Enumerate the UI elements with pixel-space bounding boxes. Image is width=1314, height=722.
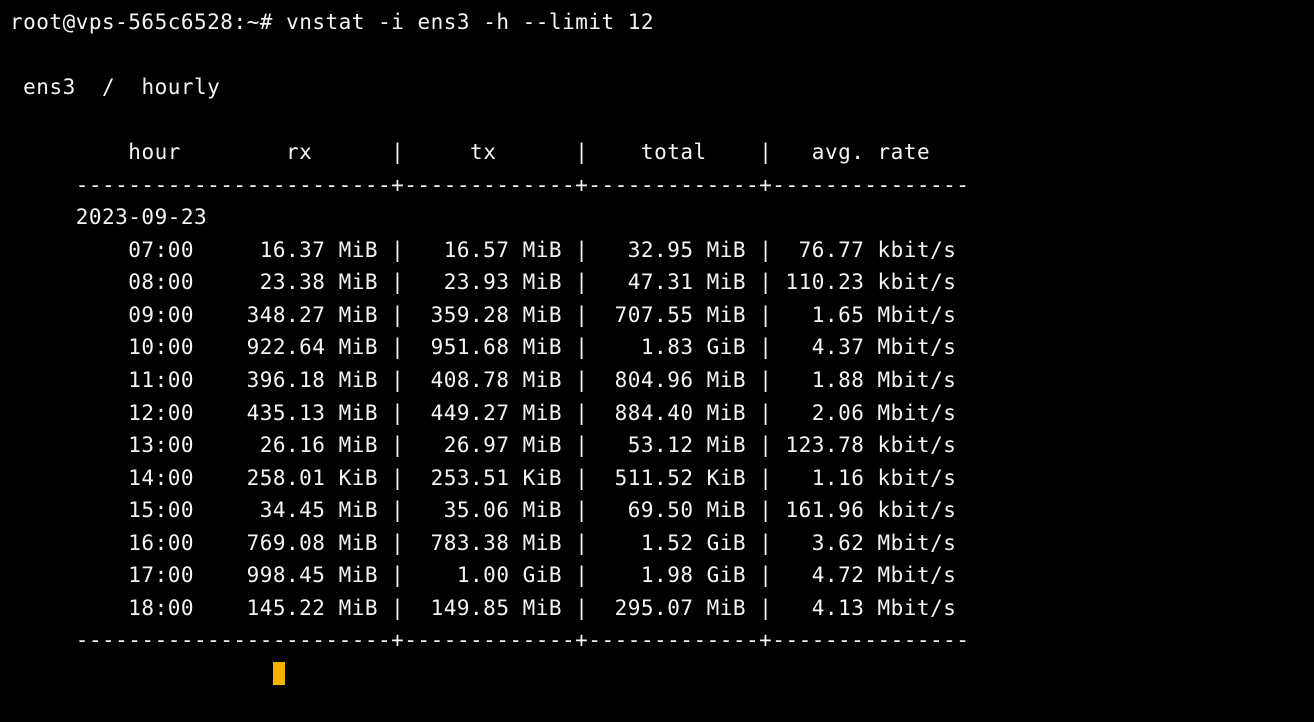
table-row: 15:00 34.45 MiB | 35.06 MiB | 69.50 MiB … — [10, 498, 956, 522]
cell-total: 1.52 GiB — [588, 531, 746, 555]
cell-hour: 15:00 — [10, 498, 194, 522]
cell-rx: 998.45 MiB — [194, 563, 378, 587]
cell-hour: 12:00 — [10, 401, 194, 425]
table-date-row: 2023-09-23 — [10, 205, 207, 229]
cell-hour: 14:00 — [10, 466, 194, 490]
cell-tx: 783.38 MiB — [404, 531, 562, 555]
cursor-icon — [273, 662, 286, 685]
cell-tx: 149.85 MiB — [404, 596, 562, 620]
cell-rate: 2.06 Mbit/s — [772, 401, 956, 425]
table-row: 17:00 998.45 MiB | 1.00 GiB | 1.98 GiB |… — [10, 563, 956, 587]
col-total: total — [641, 140, 707, 164]
cursor-line — [10, 661, 285, 685]
cell-rate: 4.37 Mbit/s — [772, 335, 956, 359]
cell-rate: 4.72 Mbit/s — [772, 563, 956, 587]
table-row: 16:00 769.08 MiB | 783.38 MiB | 1.52 GiB… — [10, 531, 956, 555]
cell-rx: 26.16 MiB — [194, 433, 378, 457]
table-row: 14:00 258.01 KiB | 253.51 KiB | 511.52 K… — [10, 466, 956, 490]
interface-name: ens3 — [23, 75, 76, 99]
cell-tx: 359.28 MiB — [404, 303, 562, 327]
cell-rate: 1.88 Mbit/s — [772, 368, 956, 392]
cell-hour: 13:00 — [10, 433, 194, 457]
table-row: 12:00 435.13 MiB | 449.27 MiB | 884.40 M… — [10, 401, 956, 425]
cell-hour: 16:00 — [10, 531, 194, 555]
cell-total: 295.07 MiB — [588, 596, 746, 620]
cell-total: 32.95 MiB — [588, 238, 746, 262]
table-divider: ------------------------+-------------+-… — [10, 173, 969, 197]
cell-tx: 16.57 MiB — [404, 238, 562, 262]
terminal-output[interactable]: root@vps-565c6528:~# vnstat -i ens3 -h -… — [0, 0, 1314, 689]
cell-rate: 110.23 kbit/s — [772, 270, 956, 294]
col-rx: rx — [286, 140, 312, 164]
table-divider-bottom: ------------------------+-------------+-… — [10, 628, 969, 652]
cell-rate: 3.62 Mbit/s — [772, 531, 956, 555]
table-row: 11:00 396.18 MiB | 408.78 MiB | 804.96 M… — [10, 368, 956, 392]
table-row: 07:00 16.37 MiB | 16.57 MiB | 32.95 MiB … — [10, 238, 956, 262]
cell-total: 804.96 MiB — [588, 368, 746, 392]
table-body: 07:00 16.37 MiB | 16.57 MiB | 32.95 MiB … — [10, 238, 956, 620]
cell-total: 707.55 MiB — [588, 303, 746, 327]
table-row: 10:00 922.64 MiB | 951.68 MiB | 1.83 GiB… — [10, 335, 956, 359]
cell-total: 1.83 GiB — [588, 335, 746, 359]
cell-rx: 435.13 MiB — [194, 401, 378, 425]
cell-hour: 10:00 — [10, 335, 194, 359]
cell-hour: 07:00 — [10, 238, 194, 262]
cell-tx: 1.00 GiB — [404, 563, 562, 587]
cell-tx: 253.51 KiB — [404, 466, 562, 490]
cell-hour: 08:00 — [10, 270, 194, 294]
cell-rx: 348.27 MiB — [194, 303, 378, 327]
cell-hour: 17:00 — [10, 563, 194, 587]
cell-rx: 34.45 MiB — [194, 498, 378, 522]
cell-rx: 922.64 MiB — [194, 335, 378, 359]
col-tx: tx — [470, 140, 496, 164]
col-hour: hour — [128, 140, 181, 164]
cell-total: 69.50 MiB — [588, 498, 746, 522]
cell-rx: 258.01 KiB — [194, 466, 378, 490]
cell-rx: 16.37 MiB — [194, 238, 378, 262]
cell-rx: 769.08 MiB — [194, 531, 378, 555]
cell-tx: 408.78 MiB — [404, 368, 562, 392]
cell-tx: 35.06 MiB — [404, 498, 562, 522]
cell-tx: 26.97 MiB — [404, 433, 562, 457]
cell-total: 884.40 MiB — [588, 401, 746, 425]
cell-rate: 1.16 kbit/s — [772, 466, 956, 490]
table-row: 13:00 26.16 MiB | 26.97 MiB | 53.12 MiB … — [10, 433, 956, 457]
cell-hour: 09:00 — [10, 303, 194, 327]
command-text: vnstat -i ens3 -h --limit 12 — [286, 10, 654, 34]
cell-total: 47.31 MiB — [588, 270, 746, 294]
cell-rx: 23.38 MiB — [194, 270, 378, 294]
cell-total: 1.98 GiB — [588, 563, 746, 587]
cell-hour: 11:00 — [10, 368, 194, 392]
cell-total: 511.52 KiB — [588, 466, 746, 490]
cell-rx: 396.18 MiB — [194, 368, 378, 392]
cell-tx: 449.27 MiB — [404, 401, 562, 425]
prompt-user-host: root@vps-565c6528 — [10, 10, 233, 34]
cell-tx: 23.93 MiB — [404, 270, 562, 294]
cell-rx: 145.22 MiB — [194, 596, 378, 620]
col-rate: avg. rate — [812, 140, 930, 164]
mode-label: hourly — [141, 75, 220, 99]
table-row: 08:00 23.38 MiB | 23.93 MiB | 47.31 MiB … — [10, 270, 956, 294]
cell-rate: 161.96 kbit/s — [772, 498, 956, 522]
cell-hour: 18:00 — [10, 596, 194, 620]
prompt-cwd: ~ — [247, 10, 260, 34]
cell-tx: 951.68 MiB — [404, 335, 562, 359]
table-header-line: hour rx | tx | total | avg. rate — [10, 140, 930, 164]
table-row: 09:00 348.27 MiB | 359.28 MiB | 707.55 M… — [10, 303, 956, 327]
prompt-line: root@vps-565c6528:~# vnstat -i ens3 -h -… — [10, 10, 654, 34]
prompt-symbol: # — [260, 10, 273, 34]
table-row: 18:00 145.22 MiB | 149.85 MiB | 295.07 M… — [10, 596, 956, 620]
cell-total: 53.12 MiB — [588, 433, 746, 457]
cell-rate: 4.13 Mbit/s — [772, 596, 956, 620]
cell-rate: 76.77 kbit/s — [772, 238, 956, 262]
cell-rate: 123.78 kbit/s — [772, 433, 956, 457]
date-label: 2023-09-23 — [76, 205, 207, 229]
cell-rate: 1.65 Mbit/s — [772, 303, 956, 327]
